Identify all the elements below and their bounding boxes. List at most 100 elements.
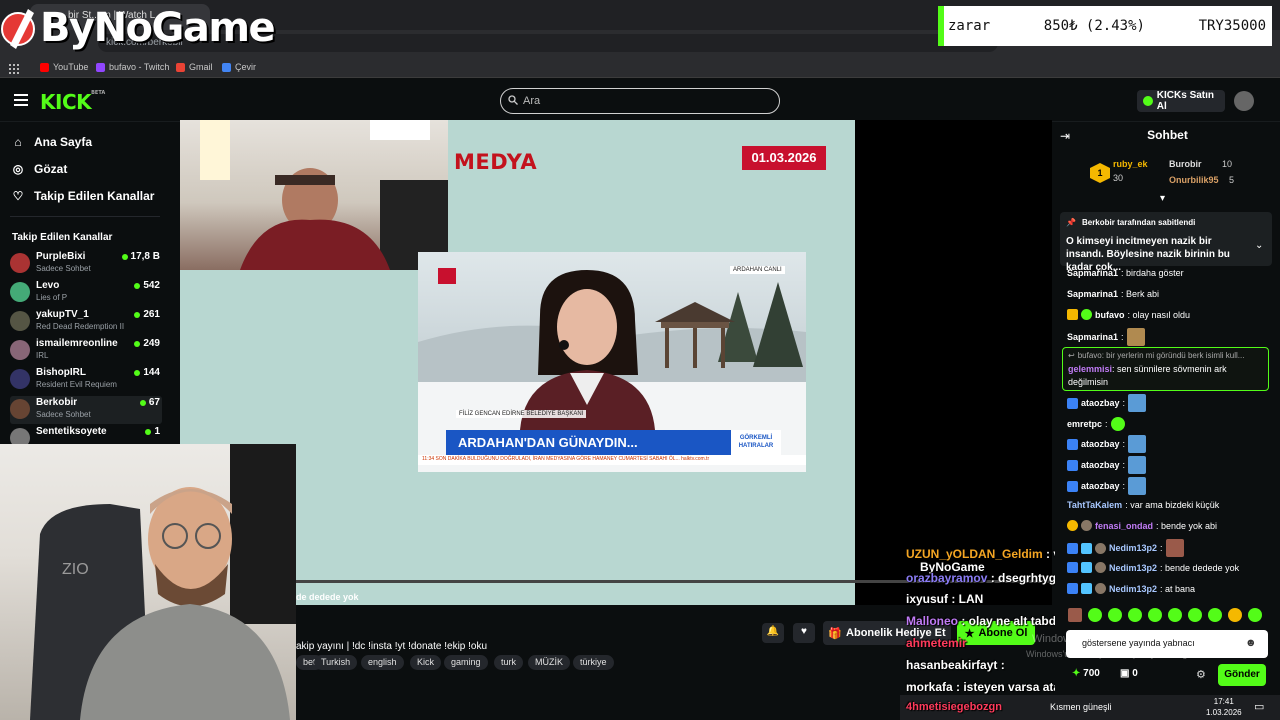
chat-text: : <box>1122 439 1126 449</box>
emote-icon <box>1165 539 1184 557</box>
channel-category: Red Dead Redemption II <box>36 322 125 331</box>
stream-tag[interactable]: MÜZİK <box>528 655 570 670</box>
emoji-picker-icon[interactable]: ☻ <box>1245 637 1257 649</box>
chat-text: : <box>1122 398 1126 408</box>
chat-username[interactable]: Nedim13p2 <box>1109 584 1157 594</box>
chat-username[interactable]: emretpc <box>1067 419 1102 429</box>
chat-username[interactable]: fenasi_ondad <box>1095 521 1153 531</box>
kicks-icon: ✦ <box>1072 668 1084 679</box>
chat-username[interactable]: ataozbay <box>1081 398 1120 408</box>
notification-icon[interactable]: ▭ <box>1254 700 1264 713</box>
leaderboard-user[interactable]: Onurbilik95 <box>1169 175 1219 185</box>
reporter-caption: FİLİZ GENCAN EDİRNE BELEDİYE BAŞKANI <box>456 410 587 418</box>
buy-kicks-button[interactable]: KICKs Satın Al <box>1137 90 1225 112</box>
viewer-count-value: 249 <box>143 338 160 349</box>
send-button[interactable]: Gönder <box>1218 664 1266 686</box>
pinned-by-text: Berkobir tarafından sabitlendi <box>1081 218 1196 227</box>
emote-icon[interactable] <box>1188 608 1202 622</box>
channel-name: Levo <box>36 280 60 291</box>
chat-username[interactable]: bufavo <box>1095 310 1125 320</box>
emote-icon <box>1128 477 1147 495</box>
stream-tag[interactable]: turk <box>494 655 524 670</box>
chat-message: ataozbay: <box>1067 477 1272 495</box>
kick-logo-text: KICK <box>40 90 92 114</box>
follow-heart-icon[interactable]: ♥ <box>793 623 815 643</box>
kick-logo[interactable]: KICKBETA <box>40 90 105 114</box>
emote-icon[interactable] <box>1208 608 1222 622</box>
chat-username[interactable]: Sapmarina1 <box>1067 268 1118 278</box>
chat-input[interactable]: göstersene yayında yabnacı <box>1066 630 1268 658</box>
chat-text: : <box>1122 460 1126 470</box>
apps-grid-icon[interactable] <box>9 61 19 74</box>
viewer-count: 542 <box>134 280 160 291</box>
bookmark-translate[interactable]: Çevir <box>222 60 256 74</box>
chat-username[interactable]: Nedim13p2 <box>1109 543 1157 553</box>
stream-tag[interactable]: türkiye <box>573 655 614 670</box>
chat-username[interactable]: gelemmisi <box>1068 364 1112 374</box>
bookmark-gmail[interactable]: Gmail <box>176 60 213 74</box>
leaderboard-user[interactable]: ruby_ek <box>1113 159 1148 169</box>
emote-icon[interactable] <box>1248 608 1262 622</box>
emote-icon[interactable] <box>1108 608 1122 622</box>
bookmark-label: Gmail <box>189 62 213 72</box>
system-clock[interactable]: 17:41 1.03.2026 <box>1206 696 1242 718</box>
viewer-count-value: 17,8 B <box>130 251 160 262</box>
viewer-count-value: 67 <box>148 397 160 408</box>
nav-following[interactable]: ♡ Takip Edilen Kanallar <box>12 186 155 206</box>
stream-tag[interactable]: gaming <box>444 655 488 670</box>
translate-icon <box>222 62 231 72</box>
weather-widget[interactable]: Kısmen güneşli <box>1050 702 1112 712</box>
expand-leaderboard-icon[interactable]: ▾ <box>1160 193 1165 204</box>
menu-icon[interactable] <box>14 94 28 106</box>
chat-username[interactable]: ataozbay <box>1081 460 1120 470</box>
reply-body: gelemmisi: sen sünnilere sövmenin ark de… <box>1068 363 1264 389</box>
nav-home[interactable]: ⌂ Ana Sayfa <box>12 132 92 152</box>
gmail-icon <box>176 62 185 72</box>
gift-balance[interactable]: ▣ 0 <box>1120 668 1138 679</box>
emote-icon[interactable] <box>1128 608 1142 622</box>
chat-username[interactable]: TahtTaKalem <box>1067 500 1122 510</box>
notification-bell-icon[interactable]: 🔔 <box>762 623 784 643</box>
emote-icon[interactable] <box>1088 608 1102 622</box>
beta-badge: BETA <box>91 90 106 96</box>
bookmark-twitch[interactable]: bufavo - Twitch <box>96 60 169 74</box>
chevron-down-icon[interactable]: ⌄ <box>1255 240 1263 251</box>
kicks-balance[interactable]: ✦ 700 <box>1072 668 1100 679</box>
stream-tag[interactable]: Kick <box>410 655 442 670</box>
chat-message: ataozbay: <box>1067 394 1272 412</box>
channel-item[interactable]: Sentetiksoyete 1 <box>10 425 162 445</box>
bookmark-youtube[interactable]: YouTube <box>40 60 88 74</box>
emote-icon[interactable] <box>1168 608 1182 622</box>
channel-item[interactable]: BishopIRL Resident Evil Requiem 144 <box>10 366 162 394</box>
emote-icon[interactable] <box>1228 608 1242 622</box>
chat-username[interactable]: Sapmarina1 <box>1067 289 1118 299</box>
channel-item[interactable]: yakupTV_1 Red Dead Redemption II 261 <box>10 308 162 336</box>
badge-icon <box>1081 309 1092 320</box>
gear-icon[interactable]: ⚙ <box>1196 668 1206 681</box>
emote-icon[interactable] <box>1068 608 1082 622</box>
stream-tag[interactable]: Turkish <box>314 655 358 670</box>
youtube-icon <box>40 62 49 72</box>
chat-text: : Berk abi <box>1121 289 1160 299</box>
chat-username[interactable]: Nedim13p2 <box>1109 563 1157 573</box>
news-side-label: GÖRKEMLİ HATIRALAR <box>731 430 781 456</box>
channel-item[interactable]: ismailemreonline IRL 249 <box>10 337 162 365</box>
channel-item[interactable]: PurpleBixi Sadece Sohbet 17,8 B <box>10 250 162 278</box>
chat-username[interactable]: Sapmarina1 <box>1067 332 1118 342</box>
live-dot-icon <box>134 340 141 347</box>
user-avatar[interactable] <box>1234 91 1254 111</box>
channel-item[interactable]: Levo Lies of P 542 <box>10 279 162 307</box>
viewer-count: 144 <box>134 367 160 378</box>
pin-icon: 📌 <box>1066 218 1076 227</box>
search-input[interactable]: Ara <box>500 88 780 114</box>
chat-text: : <box>1160 543 1163 553</box>
leaderboard-user[interactable]: Burobir <box>1169 159 1202 169</box>
nav-browse[interactable]: ◎ Gözat <box>12 159 68 179</box>
chat-username[interactable]: ataozbay <box>1081 481 1120 491</box>
emote-icon[interactable] <box>1148 608 1162 622</box>
chat-username[interactable]: ataozbay <box>1081 439 1120 449</box>
channel-item-active[interactable]: Berkobir Sadece Sohbet 67 <box>10 396 162 424</box>
stream-tag[interactable]: english <box>361 655 404 670</box>
channel-name: ismailemreonline <box>36 338 118 349</box>
leaderboard-value: 5 <box>1229 175 1235 185</box>
